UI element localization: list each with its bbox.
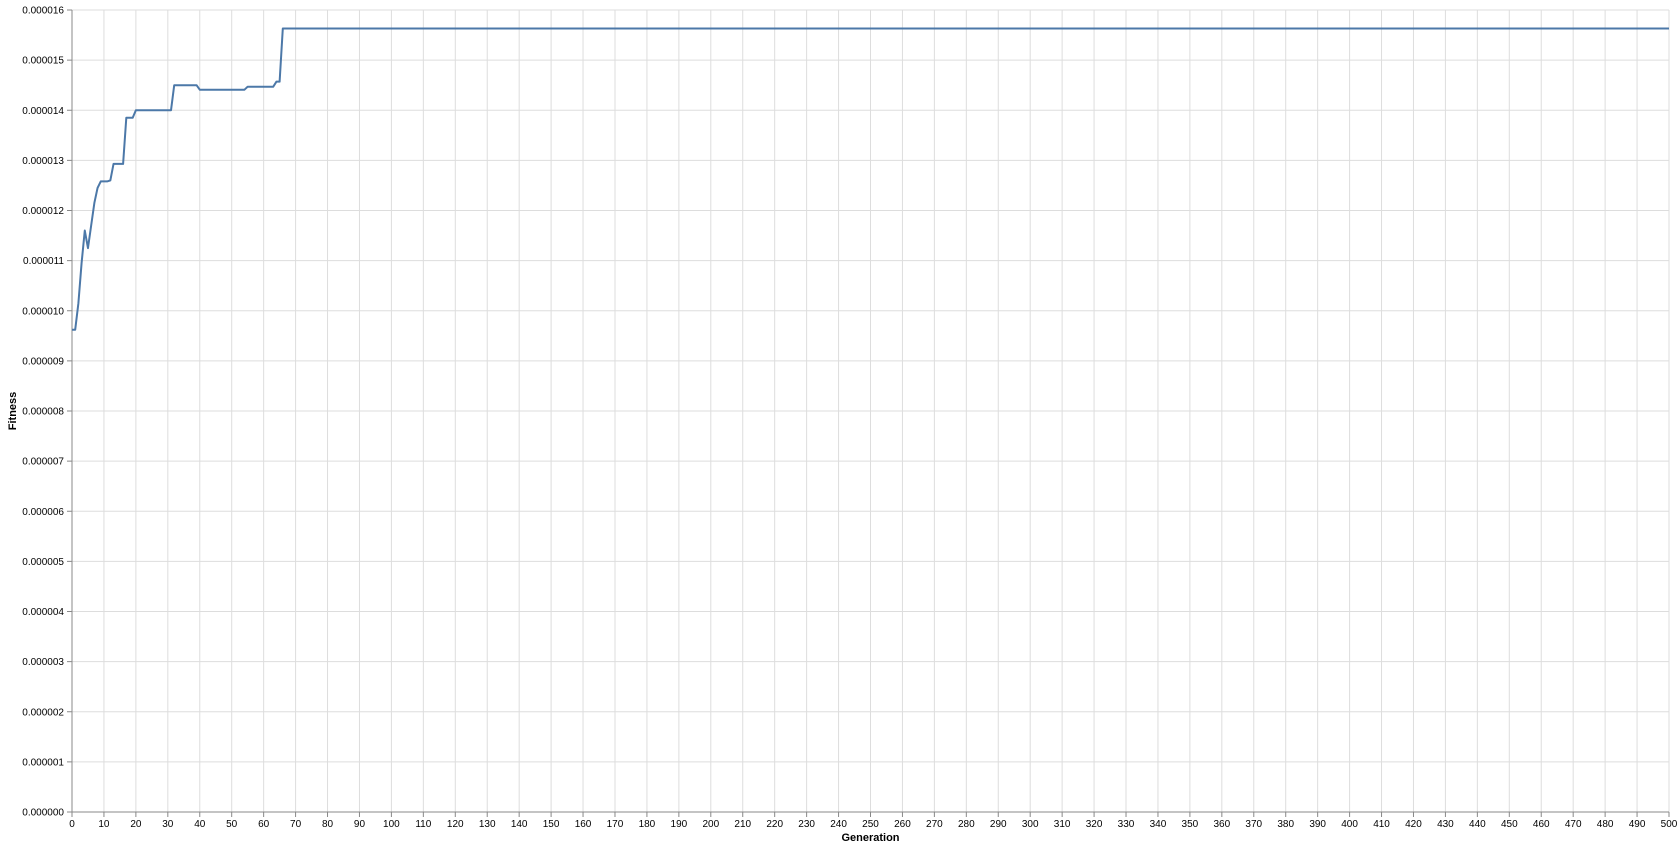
x-tick-label: 120 bbox=[447, 819, 464, 830]
x-tick-label: 170 bbox=[607, 819, 624, 830]
x-tick-label: 100 bbox=[383, 819, 400, 830]
x-tick-label: 220 bbox=[766, 819, 783, 830]
x-tick-label: 250 bbox=[862, 819, 879, 830]
x-tick-label: 20 bbox=[130, 819, 142, 830]
y-axis-title: Fitness bbox=[7, 392, 19, 431]
y-tick-label: 0.000000 bbox=[22, 808, 64, 819]
x-tick-label: 90 bbox=[354, 819, 366, 830]
x-tick-label: 280 bbox=[958, 819, 975, 830]
x-tick-label: 30 bbox=[162, 819, 174, 830]
x-tick-label: 270 bbox=[926, 819, 943, 830]
x-tick-label: 400 bbox=[1341, 819, 1358, 830]
y-tick-label: 0.000014 bbox=[22, 106, 64, 117]
x-tick-label: 320 bbox=[1086, 819, 1103, 830]
axes: 0 10 20 30 40 50 60 70 80 90 100 110 120 130 140 150 160… bbox=[22, 6, 1677, 831]
grid bbox=[71, 9, 1670, 813]
x-tick-label: 460 bbox=[1533, 819, 1550, 830]
x-tick-label: 440 bbox=[1469, 819, 1486, 830]
x-tick-label: 150 bbox=[543, 819, 560, 830]
x-tick-label: 140 bbox=[511, 819, 528, 830]
x-tick-label: 420 bbox=[1405, 819, 1422, 830]
x-tick-label: 410 bbox=[1373, 819, 1390, 830]
x-tick-label: 110 bbox=[415, 819, 431, 830]
x-tick-label: 430 bbox=[1437, 819, 1454, 830]
x-tick-label: 470 bbox=[1565, 819, 1582, 830]
x-tick-label: 10 bbox=[98, 819, 110, 830]
x-tick-label: 290 bbox=[990, 819, 1007, 830]
x-tick-label: 340 bbox=[1150, 819, 1167, 830]
x-tick-label: 130 bbox=[479, 819, 496, 830]
x-axis-title: Generation bbox=[841, 832, 899, 844]
y-tick-label: 0.000011 bbox=[23, 256, 64, 267]
y-tick-label: 0.000006 bbox=[22, 507, 64, 518]
x-tick-label: 390 bbox=[1309, 819, 1326, 830]
x-tick-label: 260 bbox=[894, 819, 911, 830]
y-tick-label: 0.000012 bbox=[22, 206, 64, 217]
y-tick-label: 0.000005 bbox=[22, 557, 64, 568]
x-tick-label: 500 bbox=[1661, 819, 1678, 830]
x-tick-label: 480 bbox=[1597, 819, 1614, 830]
x-tick-label: 160 bbox=[575, 819, 592, 830]
x-tick-label: 0 bbox=[69, 819, 75, 830]
x-tick-label: 240 bbox=[830, 819, 847, 830]
x-tick-label: 70 bbox=[290, 819, 302, 830]
x-tick-label: 40 bbox=[194, 819, 206, 830]
y-tick-label: 0.000009 bbox=[22, 356, 64, 367]
y-tick-label: 0.000013 bbox=[22, 156, 64, 167]
x-tick-label: 330 bbox=[1118, 819, 1135, 830]
y-tick-label: 0.000002 bbox=[22, 707, 64, 718]
y-tick-label: 0.000007 bbox=[22, 457, 64, 468]
y-tick-label: 0.000015 bbox=[22, 56, 64, 67]
x-tick-label: 230 bbox=[798, 819, 815, 830]
x-tick-label: 310 bbox=[1054, 819, 1071, 830]
y-tick-label: 0.000004 bbox=[22, 607, 64, 618]
x-tick-label: 50 bbox=[226, 819, 238, 830]
x-tick-label: 450 bbox=[1501, 819, 1518, 830]
x-tick-label: 210 bbox=[734, 819, 751, 830]
y-tick-label: 0.000008 bbox=[22, 407, 64, 418]
x-tick-label: 490 bbox=[1629, 819, 1646, 830]
x-tick-label: 380 bbox=[1277, 819, 1294, 830]
y-tick-label: 0.000016 bbox=[22, 6, 64, 17]
x-tick-label: 190 bbox=[671, 819, 688, 830]
x-tick-label: 60 bbox=[258, 819, 270, 830]
x-tick-label: 350 bbox=[1182, 819, 1199, 830]
x-tick-label: 300 bbox=[1022, 819, 1039, 830]
y-tick-label: 0.000001 bbox=[22, 757, 64, 768]
x-tick-label: 370 bbox=[1245, 819, 1262, 830]
y-tick-label: 0.000010 bbox=[22, 306, 64, 317]
y-tick-label: 0.000003 bbox=[22, 657, 64, 668]
x-tick-label: 360 bbox=[1213, 819, 1230, 830]
x-tick-label: 180 bbox=[639, 819, 656, 830]
x-tick-label: 200 bbox=[702, 819, 719, 830]
chart-svg: 0 10 20 30 40 50 60 70 80 90 100 110 120 130 140 150 160… bbox=[7, 6, 1678, 845]
fitness-line-chart: 0 10 20 30 40 50 60 70 80 90 100 110 120 130 140 150 160… bbox=[0, 0, 1679, 847]
x-tick-label: 80 bbox=[322, 819, 334, 830]
